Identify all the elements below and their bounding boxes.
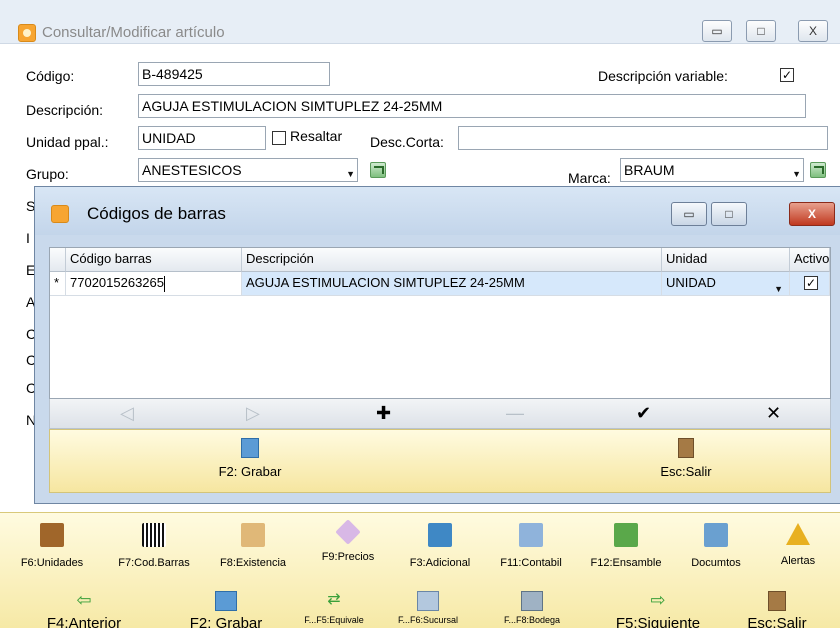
grupo-lookup-icon[interactable] [370,162,386,178]
barcodes-grid: Código barras Descripción Unidad Activo … [49,247,831,399]
codigo-label: Código: [26,68,75,84]
chevron-down-icon[interactable]: ▼ [774,278,783,295]
add-icon[interactable]: ✚ [376,402,391,424]
chevron-down-icon[interactable]: ▼ [792,163,801,181]
cell-activo[interactable]: ✓ [790,272,830,296]
shuffle-icon: ⇄ [327,591,341,608]
close-button[interactable]: X [798,20,828,42]
remove-icon[interactable]: — [506,402,524,424]
col-header-descripcion[interactable]: Descripción [242,248,662,272]
cod-barras-button[interactable]: F7:Cod.Barras [104,523,204,569]
desc-variable-label: Descripción variable: [598,68,728,84]
branches-icon [417,591,439,611]
desc-variable-checkbox[interactable]: ✓ [780,68,794,82]
dialog-title: Códigos de barras [87,204,226,223]
siguiente-button[interactable]: ⇨ F5:Siguiente [600,591,716,628]
cancel-icon[interactable]: ✕ [766,402,781,424]
descripcion-label: Descripción: [26,102,104,118]
door-icon [678,438,694,458]
cell-codigo[interactable]: 7702015263265 [66,272,242,296]
window-title: Consultar/Modificar artículo [42,24,225,41]
marca-combo[interactable]: BRAUM ▼ [620,158,804,182]
arrow-right-icon: ⇨ [650,590,666,610]
adicional-button[interactable]: F3:Adicional [394,523,486,569]
grupo-combo[interactable]: ANESTESICOS ▼ [138,158,358,182]
warning-icon [786,523,810,545]
box-icon [40,523,64,547]
unidades-button[interactable]: F6:Unidades [0,523,104,569]
hidden-label-2: I [26,230,30,246]
col-header-codigo[interactable]: Código barras [66,248,242,272]
document-icon [704,523,728,547]
save-icon [241,438,259,458]
marca-value: BRAUM [624,162,675,178]
door-icon [768,591,786,611]
resaltar-label: Resaltar [290,128,343,144]
accept-icon[interactable]: ✔ [636,402,651,424]
bottom-toolbar: F6:Unidades F7:Cod.Barras F8:Existencia … [0,512,840,628]
row-marker: * [50,272,66,296]
unidad-label: Unidad ppal.: [26,134,109,150]
tag-icon [335,519,361,545]
minimize-button[interactable]: ▭ [702,20,732,42]
cell-unidad[interactable]: UNIDAD ▼ [662,272,790,296]
dialog-titlebar: Códigos de barras ▭ □ X [35,187,840,235]
main-titlebar: Consultar/Modificar artículo ▭ □ X [0,0,840,44]
barcodes-dialog: Códigos de barras ▭ □ X Código barras De… [34,186,840,504]
equivale-button[interactable]: ⇄ F...F5:Equivale [286,591,382,625]
grabar-button[interactable]: F2: Grabar [170,591,282,628]
cell-descripcion[interactable]: AGUJA ESTIMULACION SIMTUPLEZ 24-25MM [242,272,662,296]
next-icon[interactable]: ▷ [246,402,260,424]
dialog-maximize-button[interactable]: □ [711,202,747,226]
col-header-unidad[interactable]: Unidad [662,248,790,272]
activo-checkbox[interactable]: ✓ [804,276,818,290]
dialog-save-button[interactable]: F2: Grabar [190,438,310,479]
bodega-button[interactable]: F...F8:Bodega [482,591,582,625]
dialog-app-icon [51,205,69,223]
marca-lookup-icon[interactable] [810,162,826,178]
warehouse-icon [521,591,543,611]
alertas-button[interactable]: Alertas [756,523,840,567]
marca-label: Marca: [568,170,611,186]
sucursal-button[interactable]: F...F6:Sucursal [378,591,478,625]
maximize-button[interactable]: □ [746,20,776,42]
sheet-icon [519,523,543,547]
window-icon [428,523,452,547]
anterior-button[interactable]: ⇦ F4:Anterior [28,591,140,628]
prev-icon[interactable]: ◁ [120,402,134,424]
dialog-minimize-button[interactable]: ▭ [671,202,707,226]
ensamble-button[interactable]: F12:Ensamble [576,523,676,569]
desc-corta-label: Desc.Corta: [370,134,444,150]
grupo-value: ANESTESICOS [142,162,242,178]
app-icon [18,24,36,42]
dialog-action-bar: F2: Grabar Esc:Salir [49,429,831,493]
chevron-down-icon[interactable]: ▼ [346,163,355,181]
contabil-button[interactable]: F11:Contabil [486,523,576,569]
grid-navigator: ◁ ▷ ✚ — ✔ ✕ [49,399,831,429]
cell-codigo-text: 7702015263265 [70,275,164,290]
salir-button[interactable]: Esc:Salir [728,591,826,628]
barcode-icon [142,523,166,547]
existencia-button[interactable]: F8:Existencia [204,523,302,569]
grupo-label: Grupo: [26,166,69,182]
dialog-close-button[interactable]: X [789,202,835,226]
documentos-button[interactable]: Documtos [676,523,756,569]
arrow-left-icon: ⇦ [76,590,92,610]
descripcion-field[interactable]: AGUJA ESTIMULACION SIMTUPLEZ 24-25MM [138,94,806,118]
dialog-exit-button[interactable]: Esc:Salir [636,438,736,479]
row-header-corner [50,248,66,272]
save-icon [215,591,237,611]
codigo-field[interactable]: B-489425 [138,62,330,86]
precios-button[interactable]: F9:Precios [302,519,394,563]
cell-unidad-text: UNIDAD [666,275,716,290]
puzzle-icon [614,523,638,547]
desc-corta-field[interactable] [458,126,828,150]
unidad-field[interactable]: UNIDAD [138,126,266,150]
col-header-activo[interactable]: Activo [790,248,830,272]
clipboard-icon [241,523,265,547]
resaltar-checkbox[interactable] [272,131,286,145]
